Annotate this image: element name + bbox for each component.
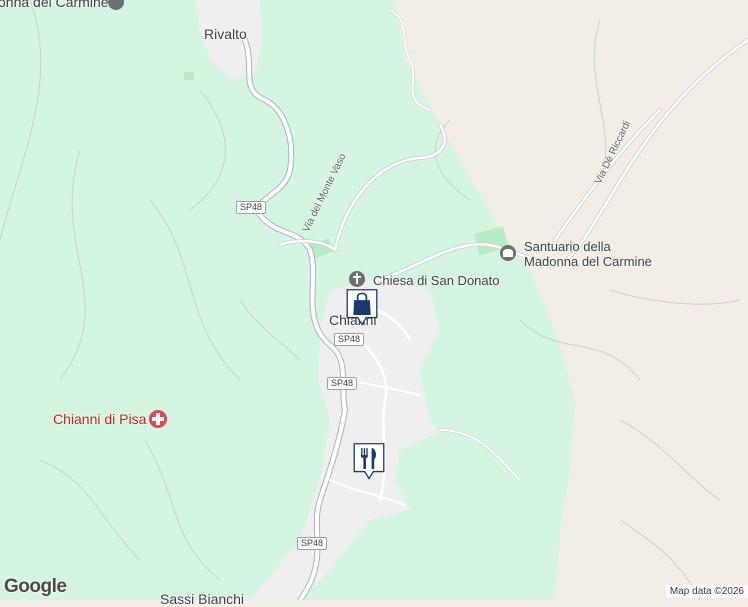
hospital-icon [149,410,167,428]
shopping-marker[interactable] [343,288,381,328]
google-logo[interactable]: Google [4,576,67,598]
sanctuary-icon [500,245,516,261]
place-label-rivalto[interactable]: Rivalto [204,26,247,42]
place-label-top: onna del Carmine [0,0,109,10]
route-shield-sp48: SP48 [327,377,358,390]
park [184,72,194,80]
route-shield-sp48: SP48 [334,333,365,346]
poi-label-santuario-1[interactable]: Santuario della [524,239,611,254]
route-shield-sp48: SP48 [236,201,267,214]
poi-label-hospital[interactable]: Chianni di Pisa [53,411,146,427]
place-label-bottom: Sassi Bianchi [160,591,245,607]
poi-label-santuario-2[interactable]: Madonna del Carmine [524,254,652,269]
google-logo-text: Google [4,576,67,597]
map-attribution[interactable]: Map data ©2026 [665,585,748,598]
poi-label-chiesa[interactable]: Chiesa di San Donato [373,273,499,288]
route-shield-sp48: SP48 [297,537,328,550]
restaurant-marker[interactable] [350,442,388,482]
church-icon [349,271,365,287]
